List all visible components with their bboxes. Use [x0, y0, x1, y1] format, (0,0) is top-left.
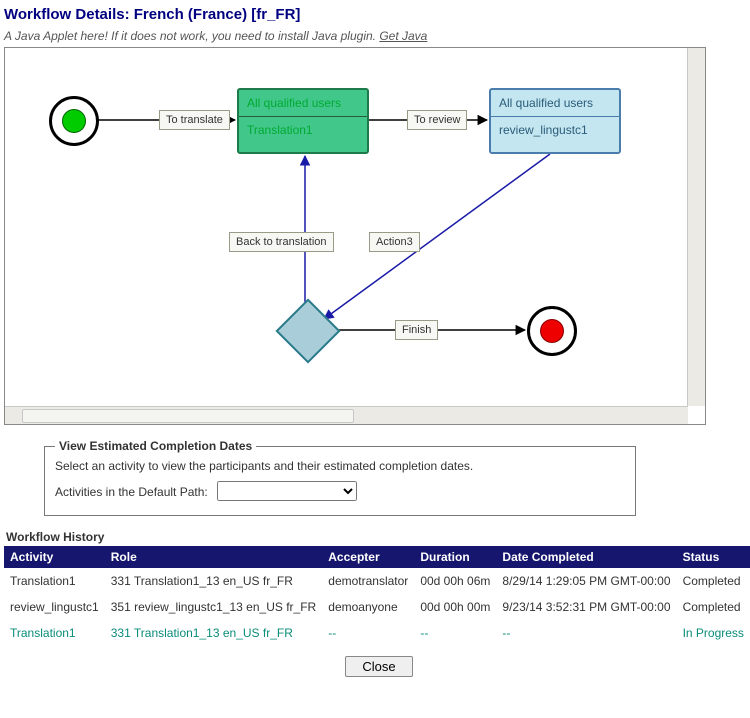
scrollbar-horizontal[interactable]: [5, 406, 688, 424]
workflow-diagram: All qualified users Translation1 All qua…: [4, 47, 706, 425]
activities-select[interactable]: [217, 481, 357, 501]
decision-node[interactable]: [275, 298, 340, 363]
cell-accepter: --: [322, 620, 414, 646]
table-row: Translation1331 Translation1_13 en_US fr…: [4, 620, 750, 646]
task-review-name: review_lingustc1: [491, 117, 619, 143]
cell-date: 8/29/14 1:29:05 PM GMT-00:00: [496, 568, 676, 594]
cell-activity: Translation1: [4, 568, 105, 594]
cell-activity: Translation1: [4, 620, 105, 646]
col-role: Role: [105, 546, 323, 568]
estimate-text: Select an activity to view the participa…: [55, 459, 625, 473]
scrollbar-vertical[interactable]: [687, 48, 705, 406]
close-button[interactable]: Close: [345, 656, 412, 677]
task-review-role: All qualified users: [491, 90, 619, 116]
task-review[interactable]: All qualified users review_lingustc1: [489, 88, 621, 154]
workflow-history-title: Workflow History: [6, 530, 750, 544]
cell-accepter: demotranslator: [322, 568, 414, 594]
page-title: Workflow Details: French (France) [fr_FR…: [4, 4, 750, 29]
cell-status: Completed: [677, 594, 750, 620]
estimate-label: Activities in the Default Path:: [55, 485, 208, 499]
get-java-link[interactable]: Get Java: [379, 29, 427, 43]
col-status: Status: [677, 546, 750, 568]
edge-to-review[interactable]: To review: [407, 110, 467, 130]
edge-to-translate[interactable]: To translate: [159, 110, 230, 130]
end-node[interactable]: [527, 306, 577, 356]
estimate-fieldset: View Estimated Completion Dates Select a…: [44, 439, 636, 516]
workflow-history-table: Activity Role Accepter Duration Date Com…: [4, 546, 750, 646]
edge-action3[interactable]: Action3: [369, 232, 420, 252]
task-translation-name: Translation1: [239, 117, 367, 143]
cell-accepter: demoanyone: [322, 594, 414, 620]
task-translation-role: All qualified users: [239, 90, 367, 116]
cell-duration: 00d 00h 00m: [414, 594, 496, 620]
end-icon: [540, 319, 564, 343]
start-icon: [62, 109, 86, 133]
cell-status: Completed: [677, 568, 750, 594]
col-accepter: Accepter: [322, 546, 414, 568]
cell-duration: --: [414, 620, 496, 646]
cell-duration: 00d 00h 06m: [414, 568, 496, 594]
cell-date: 9/23/14 3:52:31 PM GMT-00:00: [496, 594, 676, 620]
table-row: review_lingustc1351 review_lingustc1_13 …: [4, 594, 750, 620]
cell-date: --: [496, 620, 676, 646]
cell-role: 351 review_lingustc1_13 en_US fr_FR: [105, 594, 323, 620]
applet-note: A Java Applet here! If it does not work,…: [4, 29, 750, 45]
start-node[interactable]: [49, 96, 99, 146]
applet-note-text: A Java Applet here! If it does not work,…: [4, 29, 379, 43]
cell-activity: review_lingustc1: [4, 594, 105, 620]
estimate-legend: View Estimated Completion Dates: [55, 439, 256, 453]
diagram-canvas[interactable]: All qualified users Translation1 All qua…: [5, 48, 703, 406]
cell-role: 331 Translation1_13 en_US fr_FR: [105, 568, 323, 594]
edge-back-to-translation[interactable]: Back to translation: [229, 232, 334, 252]
edge-finish[interactable]: Finish: [395, 320, 438, 340]
cell-status: In Progress: [677, 620, 750, 646]
col-duration: Duration: [414, 546, 496, 568]
col-activity: Activity: [4, 546, 105, 568]
col-date-completed: Date Completed: [496, 546, 676, 568]
history-header-row: Activity Role Accepter Duration Date Com…: [4, 546, 750, 568]
cell-role: 331 Translation1_13 en_US fr_FR: [105, 620, 323, 646]
table-row: Translation1331 Translation1_13 en_US fr…: [4, 568, 750, 594]
task-translation[interactable]: All qualified users Translation1: [237, 88, 369, 154]
